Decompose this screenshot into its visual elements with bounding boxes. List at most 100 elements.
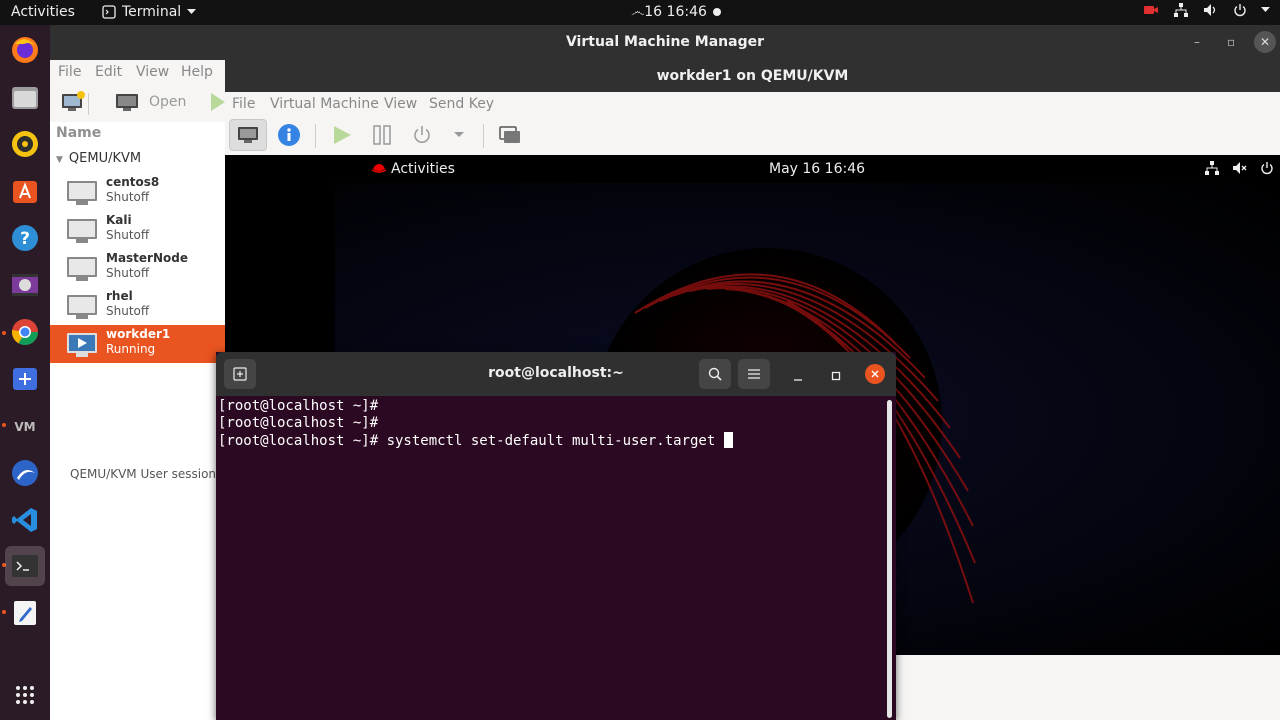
vm-list: Name ▼ QEMU/KVM centos8 Shutoff Kali Shut… (50, 122, 225, 720)
volume-icon[interactable] (1203, 3, 1219, 17)
shutdown-menu-button[interactable] (451, 119, 467, 151)
monitor-icon (116, 94, 138, 111)
close-button[interactable]: ✕ (1254, 31, 1276, 53)
list-header-name[interactable]: Name (56, 125, 101, 141)
vm-status: Running (106, 342, 156, 356)
vmm-window-title: Virtual Machine Manager (565, 34, 765, 50)
console-view-button[interactable] (229, 119, 267, 151)
vm-running-icon (67, 333, 97, 357)
menu-button[interactable] (738, 359, 770, 389)
vm-toolbar (225, 116, 1280, 155)
pause-button[interactable] (369, 119, 395, 151)
vm-row[interactable]: MasterNode Shutoff (50, 249, 225, 287)
menu-file[interactable]: File (232, 96, 255, 112)
vm-monitor-icon (67, 295, 97, 319)
terminal-line: [root@localhost ~]# (218, 398, 379, 414)
network-icon[interactable] (1173, 3, 1189, 17)
screen-record-icon[interactable] (1143, 3, 1159, 17)
search-button[interactable] (699, 359, 731, 389)
chrome-icon[interactable] (5, 312, 45, 352)
rhythmbox-icon[interactable] (5, 124, 45, 164)
vm-row[interactable]: rhel Shutoff (50, 287, 225, 325)
power-icon[interactable] (1233, 3, 1247, 17)
vm-name: Kali (106, 213, 132, 227)
open-button[interactable]: Open (115, 91, 186, 113)
minimize-button[interactable]: – (1194, 33, 1200, 51)
terminal-output[interactable]: [root@localhost ~]# [root@localhost ~]# … (218, 398, 886, 718)
open-label: Open (149, 94, 187, 110)
menu-view[interactable]: View (384, 96, 417, 112)
screens-icon (499, 126, 520, 143)
menu-view[interactable]: View (136, 64, 169, 80)
guest-activities[interactable]: Activities (371, 161, 455, 177)
fullscreen-button[interactable] (497, 119, 523, 151)
dock: ? VM (0, 25, 50, 720)
vm-row[interactable]: Kali Shutoff (50, 211, 225, 249)
close-button[interactable] (865, 364, 885, 384)
maximize-button[interactable]: ▫ (1227, 33, 1235, 51)
help-icon[interactable]: ? (5, 218, 45, 258)
app-menu[interactable]: Terminal (102, 4, 197, 20)
network-icon (1205, 161, 1219, 175)
menu-edit[interactable]: Edit (95, 64, 122, 80)
toolbar-separator (483, 124, 484, 148)
vm-row-selected[interactable]: workder1 Running (50, 325, 225, 363)
vm-name: centos8 (106, 175, 160, 189)
terminal-headerbar[interactable]: root@localhost:~ (216, 352, 896, 396)
terminal-scrollbar[interactable] (887, 400, 892, 718)
minimize-button[interactable] (793, 367, 803, 386)
guest-system-tray[interactable] (1204, 161, 1274, 175)
vscode-icon[interactable] (5, 500, 45, 540)
menu-file[interactable]: File (58, 64, 81, 80)
chevron-down-icon (454, 132, 464, 137)
text-editor-icon[interactable] (5, 593, 45, 633)
search-icon (708, 367, 722, 381)
play-icon (211, 93, 225, 111)
vm-window-titlebar[interactable]: workder1 on QEMU/KVM (225, 60, 1280, 92)
vm-row[interactable]: centos8 Shutoff (50, 173, 225, 211)
system-tray[interactable] (1143, 3, 1270, 17)
menu-send-key[interactable]: Send Key (429, 96, 494, 112)
vm-menubar: File Virtual Machine View Send Key (225, 92, 1280, 116)
terminal-icon[interactable] (5, 546, 45, 586)
menu-virtual-machine[interactable]: Virtual Machine (270, 96, 379, 112)
app-icon[interactable] (5, 453, 45, 493)
terminal-line-current: [root@localhost ~]# systemctl set-defaul… (218, 432, 886, 450)
new-vm-button[interactable] (60, 91, 86, 117)
details-button[interactable] (275, 119, 303, 151)
app-menu-label: Terminal (122, 4, 182, 20)
clock[interactable]: ෴16 16:46 (631, 4, 707, 20)
terminal-command: [root@localhost ~]# systemctl set-defaul… (218, 433, 724, 449)
shutdown-button[interactable] (409, 119, 435, 151)
expander-icon[interactable]: ▼ (56, 155, 63, 165)
screenshot-icon[interactable] (5, 359, 45, 399)
firefox-icon[interactable] (5, 30, 45, 70)
vmm-menubar: File Edit View Help (50, 60, 225, 84)
connection-group[interactable]: ▼ QEMU/KVM (56, 151, 141, 166)
vm-status: Shutoff (106, 190, 150, 204)
connection-label: QEMU/KVM (68, 151, 142, 166)
menu-help[interactable]: Help (181, 64, 213, 80)
terminal-window: root@localhost:~ [root@localhost ~]# [ro… (216, 352, 896, 720)
maximize-button[interactable] (831, 367, 841, 386)
guest-clock[interactable]: May 16 16:46 (769, 161, 865, 177)
vm-status: Shutoff (106, 228, 150, 242)
show-apps-icon[interactable] (5, 675, 45, 715)
vmm-toolbar: Open (50, 84, 225, 122)
vm-monitor-icon (67, 219, 97, 243)
connection-session[interactable]: QEMU/KVM User session - N (70, 467, 220, 481)
files-icon[interactable] (5, 77, 45, 117)
run-button[interactable] (210, 92, 226, 116)
vmware-icon[interactable]: VM (5, 406, 45, 446)
monitor-icon (238, 127, 258, 143)
vmm-titlebar[interactable]: Virtual Machine Manager – ▫ ✕ (50, 25, 1280, 60)
software-icon[interactable] (5, 171, 45, 211)
vm-monitor-icon (67, 181, 97, 205)
chevron-down-icon[interactable] (1261, 7, 1270, 13)
run-button[interactable] (329, 119, 355, 151)
text-cursor (723, 432, 733, 448)
vm-status: Shutoff (106, 266, 150, 280)
vm-name: workder1 (106, 327, 171, 341)
video-icon[interactable] (5, 265, 45, 305)
activities-button[interactable]: Activities (11, 4, 75, 20)
